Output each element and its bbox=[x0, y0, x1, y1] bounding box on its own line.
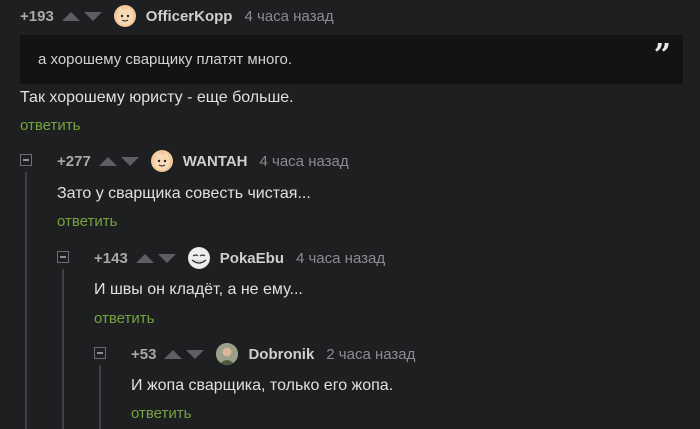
comment-text: Так хорошему юристу - еще больше. bbox=[20, 89, 294, 106]
comment-text: И жопа сварщика, только его жопа. bbox=[131, 377, 394, 394]
comment-header: +143 PokaEbu 4 часа назад bbox=[94, 246, 385, 270]
thread-line bbox=[62, 269, 64, 429]
reply-link[interactable]: ответить bbox=[57, 213, 117, 230]
upvote-arrow-icon[interactable] bbox=[61, 11, 80, 21]
downvote-arrow-icon[interactable] bbox=[186, 349, 205, 359]
quote-block: а хорошему сварщику платят много. ” bbox=[20, 35, 683, 84]
reply-link[interactable]: ответить bbox=[94, 310, 154, 327]
vote-controls bbox=[164, 349, 205, 359]
collapse-thread-button[interactable] bbox=[94, 347, 106, 359]
upvote-arrow-icon[interactable] bbox=[164, 349, 183, 359]
comment-username[interactable]: Dobronik bbox=[248, 346, 314, 363]
quote-icon: ” bbox=[653, 38, 671, 73]
comment-time: 4 часа назад bbox=[244, 7, 334, 25]
comment-username[interactable]: PokaEbu bbox=[220, 250, 284, 267]
vote-controls bbox=[135, 253, 176, 263]
reply-link[interactable]: ответить bbox=[131, 405, 191, 422]
downvote-arrow-icon[interactable] bbox=[120, 156, 139, 166]
cat-face-icon[interactable] bbox=[150, 150, 173, 172]
troll-face-icon[interactable] bbox=[187, 247, 210, 269]
comment-time: 4 часа назад bbox=[259, 152, 349, 170]
reply-link[interactable]: ответить bbox=[20, 117, 80, 134]
person-photo-icon[interactable] bbox=[216, 343, 239, 365]
comment-rating: +53 bbox=[131, 345, 157, 363]
comment-header: +53 Dobronik 2 часа назад bbox=[131, 342, 415, 366]
comment-text: Зато у сварщика совесть чистая... bbox=[57, 185, 311, 202]
thread-line bbox=[25, 172, 27, 429]
comment-username[interactable]: OfficerKopp bbox=[146, 8, 233, 25]
upvote-arrow-icon[interactable] bbox=[135, 253, 154, 263]
downvote-arrow-icon[interactable] bbox=[157, 253, 176, 263]
comment-header: +193 OfficerKopp 4 часа назад bbox=[20, 4, 334, 28]
cat-face-icon[interactable] bbox=[113, 5, 136, 27]
comment-time: 4 часа назад bbox=[295, 249, 386, 267]
comment-rating: +193 bbox=[20, 7, 54, 25]
thread-line bbox=[99, 365, 101, 429]
quote-text: а хорошему сварщику платят много. bbox=[38, 51, 293, 68]
upvote-arrow-icon[interactable] bbox=[98, 156, 117, 166]
collapse-thread-button[interactable] bbox=[57, 251, 69, 263]
comment-rating: +143 bbox=[94, 249, 128, 267]
vote-controls bbox=[98, 156, 139, 166]
comment-text: И швы он кладёт, а не ему... bbox=[94, 281, 303, 298]
collapse-thread-button[interactable] bbox=[20, 154, 32, 166]
downvote-arrow-icon[interactable] bbox=[83, 11, 102, 21]
comment-rating: +277 bbox=[57, 152, 91, 170]
comment-time: 2 часа назад bbox=[326, 345, 416, 363]
comment-header: +277 WANTAH 4 часа назад bbox=[57, 149, 349, 173]
comment-username[interactable]: WANTAH bbox=[183, 153, 248, 170]
vote-controls bbox=[61, 11, 102, 21]
